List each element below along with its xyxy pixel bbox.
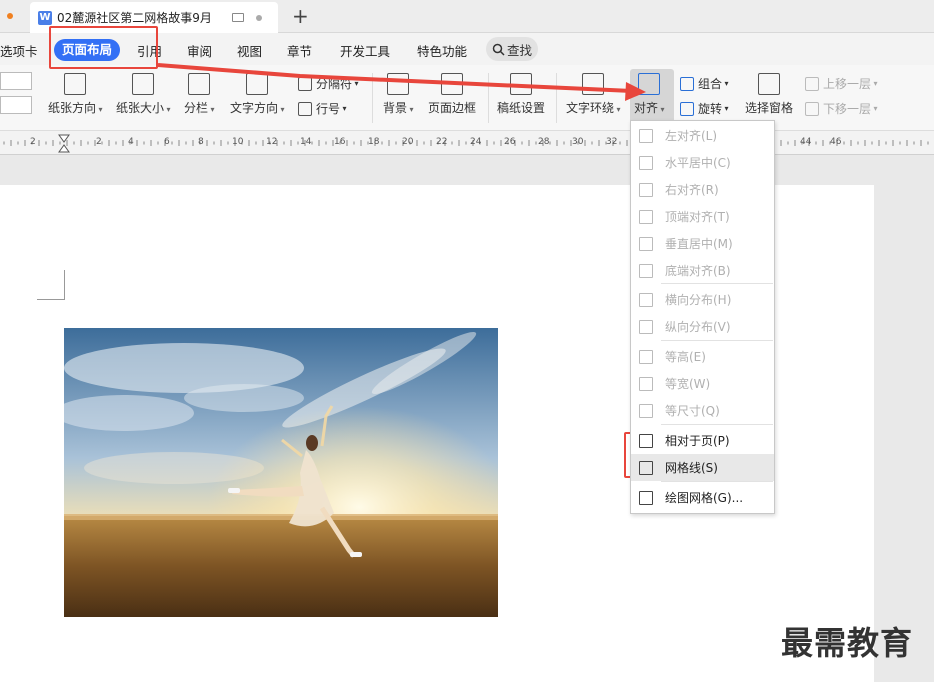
menu-separator <box>661 283 773 284</box>
align-dropdown-menu: 左对齐(L) 水平居中(C) 右对齐(R) 顶端对齐(T) 垂直居中(M) 底端对齐(B)… <box>630 120 775 514</box>
same-size-icon <box>639 403 653 418</box>
align-left-icon <box>639 128 653 143</box>
relative-to-page-icon <box>639 433 653 448</box>
menu-item-label: 横向分布(H) <box>665 293 732 307</box>
menu-item-align-bottom[interactable]: 底端对齐(B) <box>631 257 774 284</box>
menu-item-label: 等宽(W) <box>665 377 711 391</box>
menu-item-label: 右对齐(R) <box>665 183 719 197</box>
distribute-vertical-icon <box>639 319 653 334</box>
menu-item-label: 等高(E) <box>665 350 706 364</box>
menu-item-label: 垂直居中(M) <box>665 237 733 251</box>
menu-item-distribute-vertical[interactable]: 纵向分布(V) <box>631 313 774 340</box>
same-height-icon <box>639 349 653 364</box>
same-width-icon <box>639 376 653 391</box>
menu-item-same-height[interactable]: 等高(E) <box>631 343 774 370</box>
gridlines-icon <box>639 460 653 475</box>
menu-item-label: 水平居中(C) <box>665 156 731 170</box>
menu-item-align-center[interactable]: 水平居中(C) <box>631 149 774 176</box>
menu-item-label: 网格线(S) <box>665 461 718 475</box>
align-middle-icon <box>639 236 653 251</box>
menu-item-label: 左对齐(L) <box>665 129 718 143</box>
distribute-horizontal-icon <box>639 292 653 307</box>
align-right-icon <box>639 182 653 197</box>
menu-item-relative-to-page[interactable]: 相对于页(P) <box>631 427 774 454</box>
menu-item-same-size[interactable]: 等尺寸(Q) <box>631 397 774 424</box>
menu-item-label: 相对于页(P) <box>665 434 730 448</box>
menu-item-drawing-grid[interactable]: 绘图网格(G)... <box>631 484 774 511</box>
menu-item-label: 底端对齐(B) <box>665 264 731 278</box>
align-center-icon <box>639 155 653 170</box>
menu-item-label: 绘图网格(G)... <box>665 491 744 505</box>
align-top-icon <box>639 209 653 224</box>
menu-item-align-left[interactable]: 左对齐(L) <box>631 122 774 149</box>
menu-item-align-right[interactable]: 右对齐(R) <box>631 176 774 203</box>
menu-separator <box>661 340 773 341</box>
drawing-grid-icon <box>639 490 653 505</box>
menu-item-gridlines[interactable]: 网格线(S) <box>631 454 774 481</box>
menu-item-label: 等尺寸(Q) <box>665 404 720 418</box>
annotation-arrow <box>157 63 646 101</box>
watermark-text: 最需教育 <box>781 624 914 662</box>
menu-item-distribute-horizontal[interactable]: 横向分布(H) <box>631 286 774 313</box>
menu-separator <box>661 424 773 425</box>
menu-separator <box>661 481 773 482</box>
menu-item-same-width[interactable]: 等宽(W) <box>631 370 774 397</box>
menu-item-align-middle[interactable]: 垂直居中(M) <box>631 230 774 257</box>
menu-item-label: 顶端对齐(T) <box>665 210 730 224</box>
menu-item-label: 纵向分布(V) <box>665 320 731 334</box>
menu-item-align-top[interactable]: 顶端对齐(T) <box>631 203 774 230</box>
align-bottom-icon <box>639 263 653 278</box>
